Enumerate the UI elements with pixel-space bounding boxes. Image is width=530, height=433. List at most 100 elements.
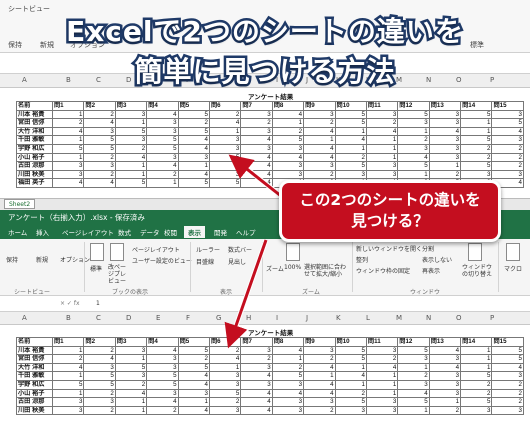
score-cell[interactable]: 3 — [491, 109, 524, 120]
score-cell[interactable]: 3 — [271, 169, 305, 180]
score-cell[interactable]: 4 — [51, 362, 85, 373]
zoom-100-icon[interactable] — [286, 243, 300, 261]
score-cell[interactable]: 1 — [365, 379, 399, 390]
respondent-name-cell[interactable]: 宇野 和広 — [16, 143, 53, 154]
score-cell[interactable]: 4 — [303, 143, 336, 154]
score-cell[interactable]: 3 — [208, 143, 242, 154]
score-cell[interactable]: 3 — [460, 405, 493, 416]
switch-window-icon[interactable] — [468, 243, 482, 261]
col-header[interactable]: G — [216, 314, 221, 322]
score-cell[interactable]: 2 — [83, 405, 116, 416]
score-cell[interactable]: 4 — [51, 178, 85, 188]
score-cell[interactable]: 4 — [240, 397, 273, 407]
table-header-cell[interactable]: 名前 — [16, 337, 53, 347]
respondent-name-cell[interactable]: 千田 雅敏 — [16, 371, 53, 381]
keep-button[interactable]: 保持 — [6, 255, 18, 264]
score-cell[interactable]: 4 — [177, 405, 210, 416]
score-cell[interactable]: 2 — [177, 118, 210, 128]
score-cell[interactable]: 3 — [240, 362, 273, 373]
formula-bar-checkbox[interactable]: 数式バー — [228, 245, 252, 254]
page-layout-button[interactable]: ページレイアウト — [132, 245, 180, 254]
score-cell[interactable]: 5 — [397, 161, 430, 171]
score-cell[interactable]: 1 — [303, 371, 336, 381]
score-cell[interactable]: 2 — [271, 362, 305, 373]
score-cell[interactable]: 3 — [428, 143, 462, 154]
score-cell[interactable]: 5 — [114, 362, 148, 373]
score-cell[interactable]: 2 — [397, 135, 430, 145]
score-cell[interactable]: 4 — [146, 161, 179, 171]
score-cell[interactable]: 4 — [303, 362, 336, 373]
score-cell[interactable]: 1 — [365, 152, 399, 163]
score-cell[interactable]: 3 — [208, 405, 242, 416]
score-cell[interactable]: 2 — [83, 169, 116, 180]
col-header[interactable]: D — [126, 314, 131, 322]
table-header-cell[interactable]: 問10 — [334, 337, 367, 347]
score-cell[interactable]: 3 — [491, 135, 524, 145]
score-cell[interactable]: 4 — [177, 135, 210, 145]
headings-checkbox[interactable]: 見出し — [228, 257, 246, 266]
score-cell[interactable]: 5 — [397, 345, 430, 356]
score-cell[interactable]: 3 — [177, 388, 210, 399]
score-cell[interactable]: 3 — [146, 118, 179, 128]
split-button[interactable]: 分割 — [422, 244, 434, 253]
col-header[interactable]: E — [156, 314, 160, 322]
table-header-cell[interactable]: 問3 — [114, 337, 148, 347]
col-header[interactable]: N — [426, 314, 431, 322]
score-cell[interactable]: 4 — [83, 178, 116, 188]
score-cell[interactable]: 4 — [397, 388, 430, 399]
tab-view[interactable]: 表示 — [184, 226, 205, 238]
sheet-tab[interactable]: Sheet2 — [4, 199, 36, 209]
score-cell[interactable]: 3 — [146, 152, 179, 163]
score-cell[interactable]: 4 — [177, 379, 210, 390]
table-header-cell[interactable]: 問4 — [146, 337, 179, 347]
col-header[interactable]: J — [306, 314, 308, 322]
score-cell[interactable]: 3 — [83, 126, 116, 137]
score-cell[interactable]: 2 — [146, 405, 179, 416]
score-cell[interactable]: 3 — [491, 371, 524, 381]
col-header[interactable]: O — [456, 314, 462, 322]
score-cell[interactable]: 3 — [397, 354, 430, 364]
score-cell[interactable]: 5 — [177, 362, 210, 373]
hide-button[interactable]: 表示しない — [422, 255, 452, 264]
score-cell[interactable]: 5 — [334, 354, 367, 364]
score-cell[interactable]: 1 — [460, 126, 493, 137]
score-cell[interactable]: 3 — [334, 169, 367, 180]
score-cell[interactable]: 2 — [491, 152, 524, 163]
score-cell[interactable]: 1 — [208, 362, 242, 373]
respondent-name-cell[interactable]: 福田 英子 — [16, 178, 53, 188]
score-cell[interactable]: 3 — [365, 397, 399, 407]
score-cell[interactable]: 4 — [240, 169, 273, 180]
bottom-formula-bar[interactable]: × ✓ fx 1 — [0, 296, 530, 312]
score-cell[interactable]: 2 — [460, 388, 493, 399]
table-header-cell[interactable]: 問6 — [208, 337, 242, 347]
score-cell[interactable]: 5 — [146, 143, 179, 154]
score-cell[interactable]: 3 — [240, 345, 273, 356]
score-cell[interactable]: 3 — [177, 152, 210, 163]
score-cell[interactable]: 3 — [146, 354, 179, 364]
score-cell[interactable]: 2 — [208, 345, 242, 356]
col-header[interactable]: I — [276, 314, 278, 322]
score-cell[interactable]: 1 — [114, 397, 148, 407]
score-cell[interactable]: 4 — [334, 371, 367, 381]
table-header-cell[interactable]: 問14 — [460, 337, 493, 347]
score-cell[interactable]: 2 — [334, 388, 367, 399]
score-cell[interactable]: 4 — [271, 152, 305, 163]
score-cell[interactable]: 1 — [334, 362, 367, 373]
score-cell[interactable]: 1 — [271, 354, 305, 364]
options-button[interactable]: オプション — [60, 255, 90, 264]
respondent-name-cell[interactable]: 宮田 信弥 — [16, 354, 53, 364]
score-cell[interactable]: 2 — [51, 354, 85, 364]
score-cell[interactable]: 1 — [177, 397, 210, 407]
table-header-cell[interactable]: 問13 — [428, 101, 462, 111]
score-cell[interactable]: 2 — [240, 354, 273, 364]
table-header-cell[interactable]: 問4 — [146, 101, 179, 111]
table-header-cell[interactable]: 問14 — [460, 101, 493, 111]
zoom-button[interactable]: ズーム — [266, 264, 284, 273]
score-cell[interactable]: 3 — [83, 161, 116, 171]
score-cell[interactable]: 5 — [83, 143, 116, 154]
score-cell[interactable]: 3 — [271, 405, 305, 416]
score-cell[interactable]: 3 — [240, 379, 273, 390]
score-cell[interactable]: 5 — [460, 397, 493, 407]
table-header-cell[interactable]: 問2 — [83, 101, 116, 111]
col-header[interactable]: M — [396, 314, 402, 322]
